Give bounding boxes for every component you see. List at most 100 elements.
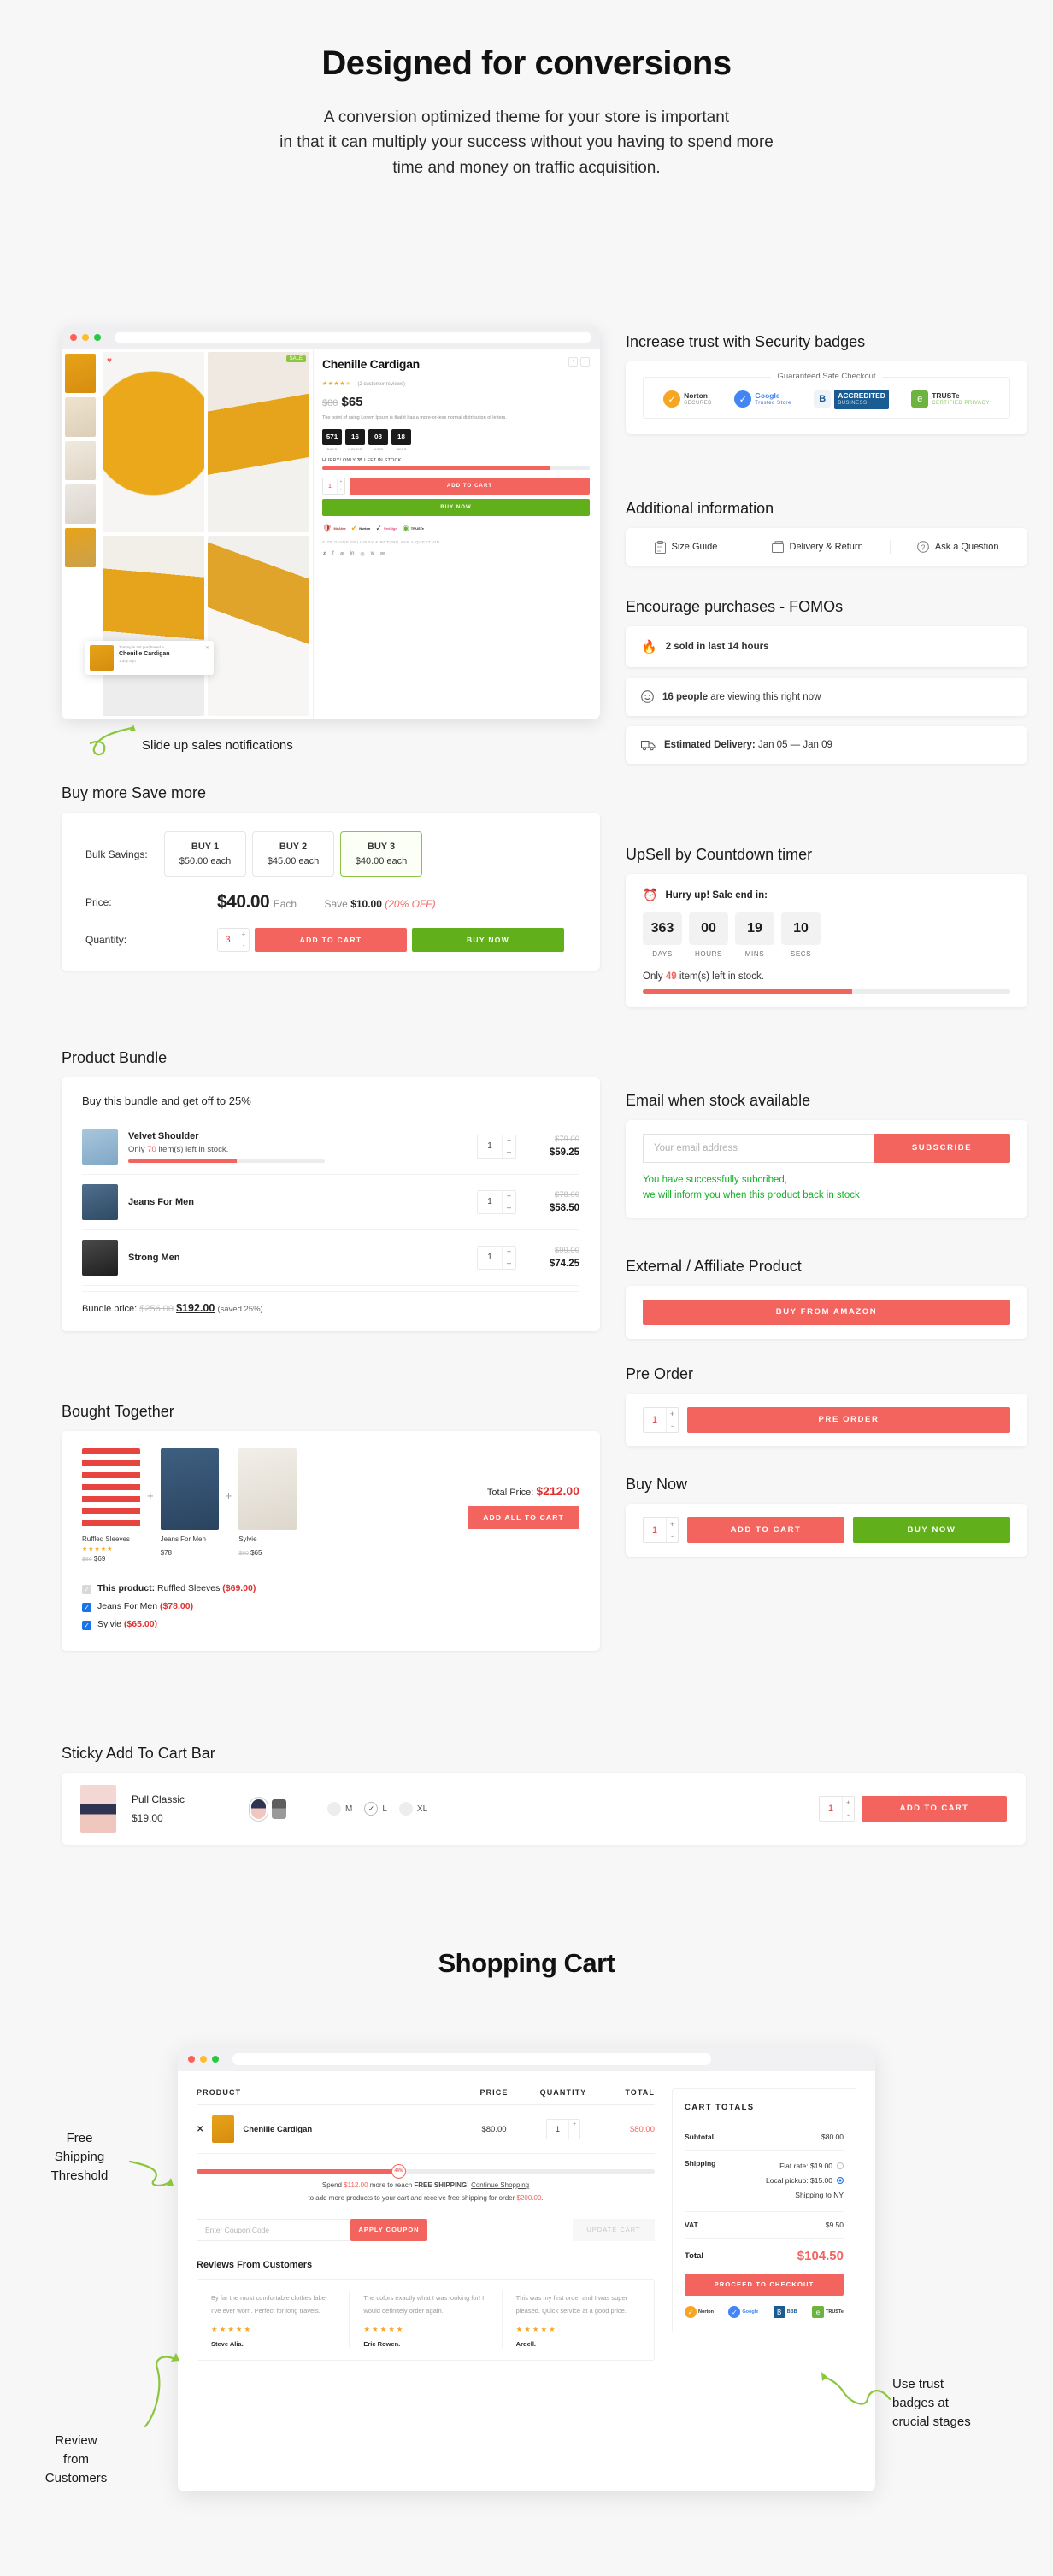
add-all-to-cart-button[interactable]: ADD ALL TO CART bbox=[468, 1506, 579, 1529]
product-model-image[interactable] bbox=[103, 536, 204, 716]
product-thumbnail[interactable] bbox=[65, 397, 96, 437]
bundle-qty-decrease-icon[interactable]: – bbox=[503, 1258, 515, 1269]
product-info-links[interactable]: SIZE GUIDE DELIVERY & RETURN ASK A QUEST… bbox=[322, 540, 590, 544]
buynow-quantity-stepper[interactable]: 1 + - bbox=[643, 1517, 679, 1543]
facebook-icon[interactable]: f bbox=[332, 551, 334, 557]
next-product-icon[interactable]: › bbox=[580, 357, 590, 367]
bulk-quantity-decrease-icon[interactable]: - bbox=[238, 940, 249, 951]
checkbox-checked-icon[interactable]: ✓ bbox=[82, 1621, 91, 1630]
bought-together-checkbox-row[interactable]: ✓ Sylvie ($65.00) bbox=[82, 1616, 417, 1634]
cart-qty-increase-icon[interactable]: + bbox=[569, 2120, 579, 2129]
add-to-cart-button[interactable]: ADD TO CART bbox=[350, 478, 590, 496]
size-option-m[interactable]: M bbox=[327, 1802, 352, 1816]
buy-from-amazon-button[interactable]: BUY FROM AMAZON bbox=[643, 1300, 1010, 1325]
shipping-local-pickup-option[interactable]: Local pickup: $15.00 bbox=[766, 2176, 844, 2185]
size-radio-l[interactable] bbox=[364, 1802, 379, 1816]
bought-together-product[interactable]: Jeans For Men $78 bbox=[160, 1448, 219, 1557]
bought-together-checkbox-row[interactable]: ✓ This product: Ruffled Sleeves ($69.00) bbox=[82, 1580, 417, 1598]
bulk-tier-1[interactable]: BUY 1 $50.00 each bbox=[164, 831, 246, 877]
bundle-item-quantity-stepper[interactable]: 1 + – bbox=[477, 1135, 516, 1159]
bundle-qty-decrease-icon[interactable]: – bbox=[503, 1147, 515, 1158]
apply-coupon-button[interactable]: APPLY COUPON bbox=[350, 2218, 427, 2241]
continue-shopping-link[interactable]: Continue Shopping bbox=[471, 2181, 529, 2189]
size-guide-link[interactable]: Size Guide bbox=[654, 540, 717, 554]
bundle-qty-increase-icon[interactable]: + bbox=[503, 1191, 515, 1202]
bundle-item-qty-value[interactable]: 1 bbox=[478, 1191, 502, 1213]
window-close-dot[interactable] bbox=[188, 2056, 195, 2063]
bought-together-checkbox-row[interactable]: ✓ Jeans For Men ($78.00) bbox=[82, 1598, 417, 1616]
cart-browser-url-bar[interactable] bbox=[232, 2053, 711, 2065]
window-maximize-dot[interactable] bbox=[94, 334, 101, 341]
window-minimize-dot[interactable] bbox=[82, 334, 89, 341]
email-input[interactable]: Your email address bbox=[643, 1134, 874, 1163]
cart-item-qty-value[interactable]: 1 bbox=[547, 2120, 568, 2139]
coupon-input[interactable]: Enter Coupon Code bbox=[197, 2218, 350, 2241]
preorder-quantity-value[interactable]: 1 bbox=[644, 1408, 666, 1432]
bought-together-product[interactable]: Ruffled Sleeves ★★★★★ $80 $69 bbox=[82, 1448, 140, 1563]
notification-close-icon[interactable]: ✕ bbox=[205, 645, 209, 671]
size-radio-xl[interactable] bbox=[398, 1802, 413, 1816]
wishlist-heart-icon[interactable]: ♥ bbox=[107, 356, 112, 366]
bulk-tier-3[interactable]: BUY 3 $40.00 each bbox=[340, 831, 422, 877]
preorder-qty-increase-icon[interactable]: + bbox=[667, 1408, 678, 1420]
browser-url-bar[interactable] bbox=[115, 332, 591, 343]
sticky-quantity-stepper[interactable]: 1 + - bbox=[819, 1796, 855, 1822]
bundle-item-qty-value[interactable]: 1 bbox=[478, 1247, 502, 1269]
sticky-quantity-value[interactable]: 1 bbox=[820, 1797, 842, 1821]
product-thumbnail[interactable] bbox=[65, 354, 96, 393]
size-option-xl[interactable]: XL bbox=[398, 1802, 427, 1816]
bundle-qty-increase-icon[interactable]: + bbox=[503, 1135, 515, 1147]
subscribe-button[interactable]: SUBSCRIBE bbox=[874, 1134, 1010, 1163]
buynow-quantity-value[interactable]: 1 bbox=[644, 1518, 666, 1542]
product-model-image[interactable] bbox=[208, 536, 309, 716]
buynow-qty-decrease-icon[interactable]: - bbox=[667, 1530, 678, 1542]
bundle-qty-decrease-icon[interactable]: – bbox=[503, 1202, 515, 1213]
cart-item-name[interactable]: Chenille Cardigan bbox=[243, 2125, 312, 2134]
sales-notification-popup[interactable]: Tommy in US purchased a Chenille Cardiga… bbox=[85, 641, 214, 675]
product-main-image[interactable]: ♥ bbox=[103, 352, 204, 532]
quantity-increase-icon[interactable]: + bbox=[338, 478, 344, 486]
linkedin-icon[interactable]: in bbox=[350, 551, 355, 557]
bulk-quantity-value[interactable]: 3 bbox=[218, 929, 238, 951]
product-thumbnail[interactable] bbox=[65, 441, 96, 480]
checkbox-checked-icon[interactable]: ✓ bbox=[82, 1603, 91, 1612]
pre-order-button[interactable]: PRE ORDER bbox=[687, 1407, 1010, 1433]
preorder-quantity-stepper[interactable]: 1 + - bbox=[643, 1407, 679, 1433]
product-model-image[interactable]: SALE bbox=[208, 352, 309, 532]
bulk-quantity-increase-icon[interactable]: + bbox=[238, 929, 249, 940]
twitter-icon[interactable]: ✗ bbox=[322, 551, 326, 557]
size-option-l[interactable]: L bbox=[364, 1802, 387, 1816]
bought-together-product[interactable]: Sylvie $80 $65 bbox=[238, 1448, 297, 1557]
email-icon[interactable]: ✉ bbox=[380, 551, 385, 557]
product-thumbnail[interactable] bbox=[65, 484, 96, 524]
update-cart-button[interactable]: UPDATE CART bbox=[573, 2218, 655, 2241]
window-close-dot[interactable] bbox=[70, 334, 77, 341]
delivery-return-link[interactable]: Delivery & Return bbox=[771, 541, 863, 553]
ask-question-link[interactable]: ? Ask a Question bbox=[917, 541, 998, 553]
buynow-add-to-cart-button[interactable]: ADD TO CART bbox=[687, 1517, 844, 1543]
shipping-destination[interactable]: Shipping to NY bbox=[795, 2191, 844, 2199]
shipping-local-radio[interactable] bbox=[837, 2177, 844, 2184]
odnoklassniki-icon[interactable]: ◎ bbox=[360, 551, 364, 557]
buynow-buy-now-button[interactable]: BUY NOW bbox=[853, 1517, 1010, 1543]
window-maximize-dot[interactable] bbox=[212, 2056, 219, 2063]
buy-now-button[interactable]: BUY NOW bbox=[322, 499, 590, 517]
proceed-to-checkout-button[interactable]: PROCEED TO CHECKOUT bbox=[685, 2274, 844, 2296]
bundle-qty-increase-icon[interactable]: + bbox=[503, 1247, 515, 1258]
buynow-qty-increase-icon[interactable]: + bbox=[667, 1518, 678, 1530]
bundle-item-quantity-stepper[interactable]: 1 + – bbox=[477, 1246, 516, 1270]
color-swatch-grey[interactable] bbox=[272, 1799, 287, 1819]
remove-item-icon[interactable]: ✕ bbox=[197, 2125, 203, 2134]
prev-product-icon[interactable]: ‹ bbox=[568, 357, 578, 367]
vk-icon[interactable]: ᴡ bbox=[371, 551, 374, 557]
quantity-decrease-icon[interactable]: - bbox=[338, 486, 344, 494]
shipping-flat-radio[interactable] bbox=[837, 2162, 844, 2169]
window-minimize-dot[interactable] bbox=[200, 2056, 207, 2063]
sticky-add-to-cart-button[interactable]: ADD TO CART bbox=[862, 1796, 1007, 1822]
bulk-add-to-cart-button[interactable]: ADD TO CART bbox=[255, 928, 407, 952]
pinterest-icon[interactable]: ⊚ bbox=[340, 551, 344, 557]
bulk-tier-2[interactable]: BUY 2 $45.00 each bbox=[252, 831, 334, 877]
size-radio-m[interactable] bbox=[327, 1802, 342, 1816]
shipping-flat-rate-option[interactable]: Flat rate: $19.00 bbox=[779, 2162, 844, 2170]
quantity-stepper[interactable]: 1 + - bbox=[322, 478, 345, 496]
